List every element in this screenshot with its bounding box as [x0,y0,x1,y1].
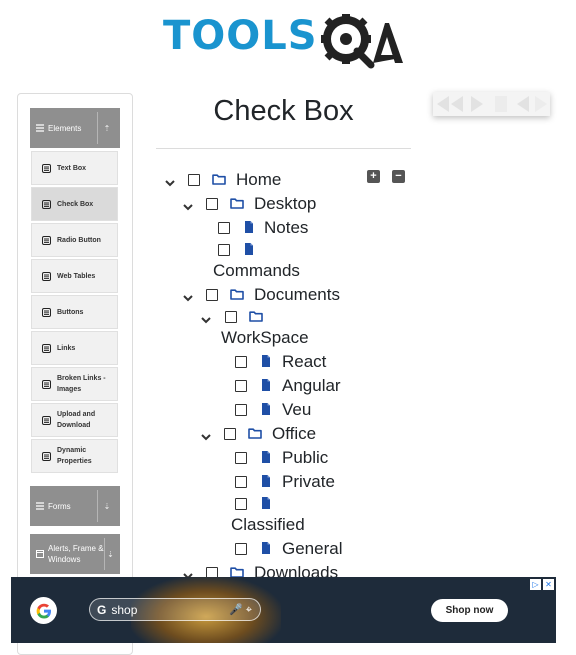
tree-node-label[interactable]: Private [282,472,335,492]
group-label: Elements [48,123,82,133]
menu-item-broken-links[interactable]: Broken Links - Images [31,367,118,401]
list-box-icon [42,199,51,209]
checkbox-home[interactable] [188,174,200,186]
list-icon [36,502,44,510]
tree-node-label[interactable]: Public [282,448,328,468]
checkbox-workspace[interactable] [225,311,237,323]
menu-item-text-box[interactable]: Text Box [31,151,118,185]
tree-node-label[interactable]: General [282,539,342,559]
checkbox-general[interactable] [235,543,247,555]
folder-icon [249,309,263,323]
ad-info-icon[interactable]: ▷ [530,579,541,590]
collapse-all-button[interactable]: − [392,170,405,183]
folder-icon [248,426,262,440]
page-title: Check Box [213,95,354,127]
side-ad-banner[interactable] [433,92,550,116]
list-box-icon [42,451,51,461]
tree-node-label[interactable]: Desktop [254,194,316,214]
expand-all-button[interactable]: + [367,170,380,183]
group-label: Alerts, Frame & Windows [48,544,104,564]
window-icon [36,550,44,558]
tree-node-label[interactable]: Home [236,170,281,190]
checkbox-commands[interactable] [218,244,230,256]
tree-node-label[interactable]: Office [272,424,316,444]
expand-arrow-icon[interactable]: ⇣ [103,538,116,570]
list-box-icon [42,343,51,353]
chevron-down-icon[interactable] [200,312,212,324]
tree-node-label[interactable]: Classified [231,515,305,535]
file-icon [259,541,273,555]
tree-node-label[interactable]: Veu [282,400,311,420]
menu-item-buttons[interactable]: Buttons [31,295,118,329]
folder-icon [230,196,244,210]
chevron-down-icon[interactable] [182,199,194,211]
chevron-down-icon[interactable] [182,290,194,302]
list-box-icon [42,163,51,173]
ad-arrows-icon [437,96,547,112]
menu-item-links[interactable]: Links [31,331,118,365]
list-box-icon [42,271,51,281]
title-divider [156,148,411,149]
tree-node-label[interactable]: WorkSpace [221,328,309,348]
ad-search-text: shop [111,602,138,617]
menu-item-radio-button[interactable]: Radio Button [31,223,118,257]
checkbox-notes[interactable] [218,222,230,234]
file-icon [259,378,273,392]
checkbox-veu[interactable] [235,404,247,416]
file-icon [242,242,256,256]
shop-now-button[interactable]: Shop now [431,599,508,622]
list-box-icon [42,379,51,389]
checkbox-desktop[interactable] [206,198,218,210]
file-icon [259,496,273,510]
folder-icon [212,172,226,186]
group-forms[interactable]: Forms ⇣ [30,486,120,526]
mic-camera-icon: 🎤 ⌖ [229,603,252,616]
tree-node-label[interactable]: Angular [282,376,341,396]
list-icon [36,124,44,132]
google-logo-icon [30,597,57,624]
tree-node-label[interactable]: Notes [264,218,308,238]
list-box-icon [42,415,51,425]
logo-wordmark: TOOLS [163,13,318,59]
menu-item-web-tables[interactable]: Web Tables [31,259,118,293]
file-icon [259,354,273,368]
google-g-icon: G [97,602,107,617]
bottom-ad-banner[interactable]: G shop 🎤 ⌖ Shop now ▷ ✕ [11,577,556,643]
toolsqa-logo[interactable]: TOOLS [163,11,408,69]
checkbox-office[interactable] [224,428,236,440]
list-box-icon [42,235,51,245]
logo-gear-icon [321,14,403,69]
tree-node-label[interactable]: Commands [213,261,300,281]
ad-search-box[interactable]: G shop 🎤 ⌖ [89,598,261,621]
file-icon [242,220,256,234]
file-icon [259,474,273,488]
collapse-arrow-icon[interactable]: ⇡ [97,112,116,144]
checkbox-private[interactable] [235,476,247,488]
list-box-icon [42,307,51,317]
left-panel: Elements ⇡ Text Box Check Box Radio Butt… [17,93,133,655]
tree-node-label[interactable]: Documents [254,285,340,305]
chevron-down-icon[interactable] [164,175,176,187]
ad-badges: ▷ ✕ [530,579,554,590]
expand-arrow-icon[interactable]: ⇣ [97,490,116,522]
menu-item-dynamic-properties[interactable]: Dynamic Properties [31,439,118,473]
file-icon [259,450,273,464]
folder-icon [230,287,244,301]
checkbox-documents[interactable] [206,289,218,301]
checkbox-react[interactable] [235,356,247,368]
group-elements[interactable]: Elements ⇡ [30,108,120,148]
tree-node-label[interactable]: React [282,352,326,372]
group-label: Forms [48,501,71,511]
ad-close-icon[interactable]: ✕ [543,579,554,590]
menu-item-check-box[interactable]: Check Box [31,187,118,221]
chevron-down-icon[interactable] [200,429,212,441]
checkbox-angular[interactable] [235,380,247,392]
file-icon [259,402,273,416]
menu-item-upload-download[interactable]: Upload and Download [31,403,118,437]
checkbox-public[interactable] [235,452,247,464]
checkbox-classified[interactable] [235,498,247,510]
group-alerts-frame-windows[interactable]: Alerts, Frame & Windows ⇣ [30,534,120,574]
